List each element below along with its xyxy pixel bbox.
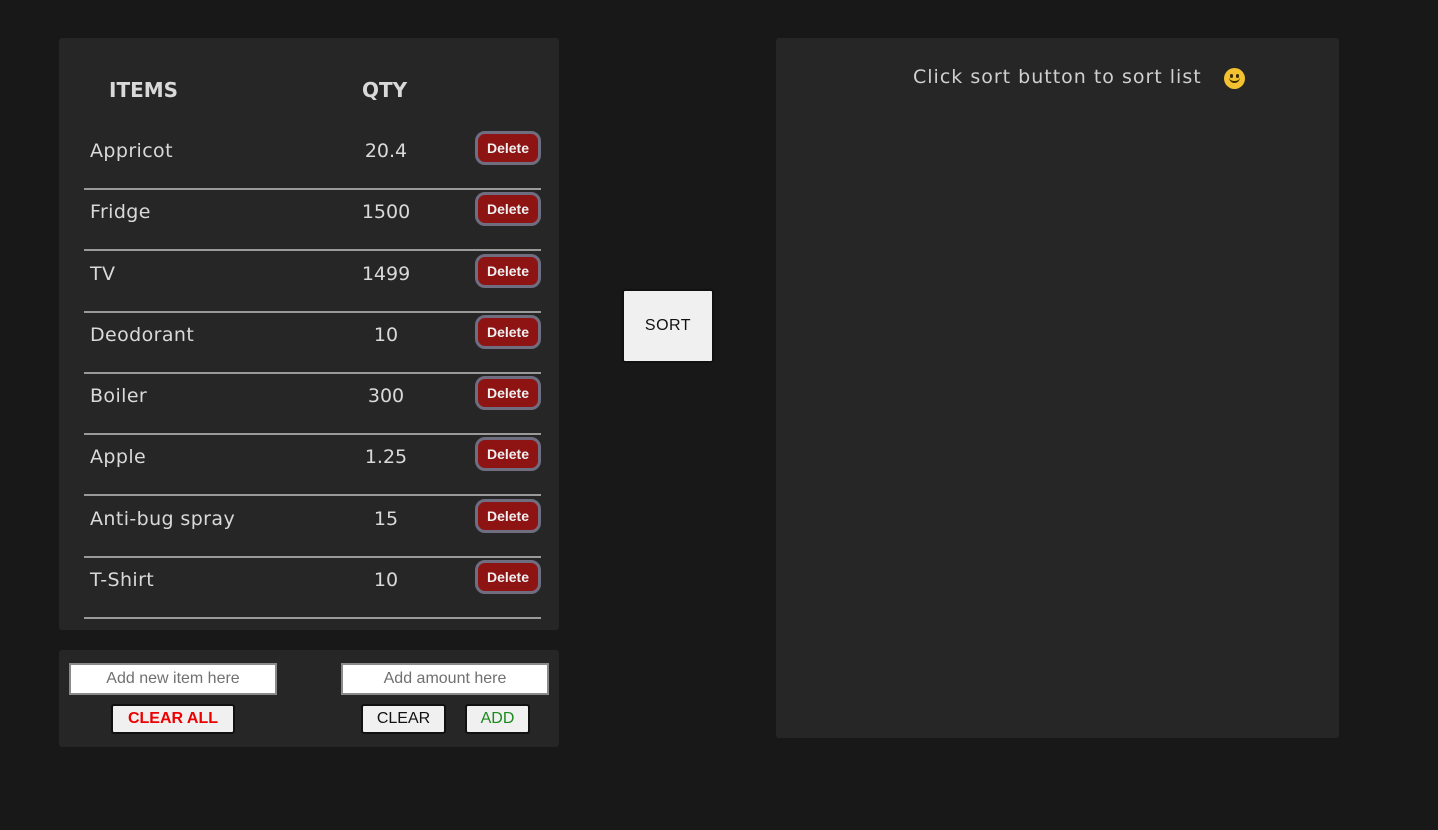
list-item: Anti-bug spray 15 Delete	[84, 495, 541, 558]
list-item: Appricot 20.4 Delete	[84, 127, 541, 190]
clear-all-button[interactable]: CLEAR ALL	[111, 704, 235, 734]
new-amount-input[interactable]	[341, 663, 549, 695]
delete-button[interactable]: Delete	[475, 254, 541, 288]
smiley-face-icon	[1224, 68, 1245, 89]
sorted-list-panel	[776, 38, 1339, 738]
item-name: TV	[90, 263, 116, 285]
item-name: Anti-bug spray	[90, 508, 236, 530]
delete-button[interactable]: Delete	[475, 131, 541, 165]
item-name: T-Shirt	[90, 569, 155, 591]
delete-button[interactable]: Delete	[475, 315, 541, 349]
item-qty: 300	[367, 385, 405, 407]
delete-button[interactable]: Delete	[475, 560, 541, 594]
items-column-header: ITEMS	[109, 78, 179, 102]
delete-button[interactable]: Delete	[475, 192, 541, 226]
item-qty: 10	[373, 324, 399, 346]
item-qty: 1.25	[364, 446, 408, 468]
delete-button[interactable]: Delete	[475, 499, 541, 533]
item-qty: 1500	[361, 201, 411, 223]
item-qty: 15	[373, 508, 399, 530]
item-name: Appricot	[90, 140, 173, 162]
sort-button[interactable]: SORT	[622, 289, 714, 363]
list-item: Fridge 1500 Delete	[84, 188, 541, 251]
add-button[interactable]: ADD	[465, 704, 530, 734]
list-item: Boiler 300 Delete	[84, 372, 541, 435]
item-qty: 1499	[361, 263, 411, 285]
list-item: Deodorant 10 Delete	[84, 311, 541, 374]
list-item: TV 1499 Delete	[84, 250, 541, 313]
item-name: Boiler	[90, 385, 148, 407]
item-name: Fridge	[90, 201, 151, 223]
item-name: Deodorant	[90, 324, 195, 346]
item-qty: 10	[373, 569, 399, 591]
qty-column-header: QTY	[362, 78, 408, 102]
item-qty: 20.4	[364, 140, 408, 162]
new-item-input[interactable]	[69, 663, 277, 695]
delete-button[interactable]: Delete	[475, 376, 541, 410]
list-item: T-Shirt 10 Delete	[84, 556, 541, 619]
sort-hint-text: Click sort button to sort list	[913, 66, 1202, 88]
clear-button[interactable]: CLEAR	[361, 704, 446, 734]
list-item: Apple 1.25 Delete	[84, 433, 541, 496]
item-name: Apple	[90, 446, 147, 468]
delete-button[interactable]: Delete	[475, 437, 541, 471]
